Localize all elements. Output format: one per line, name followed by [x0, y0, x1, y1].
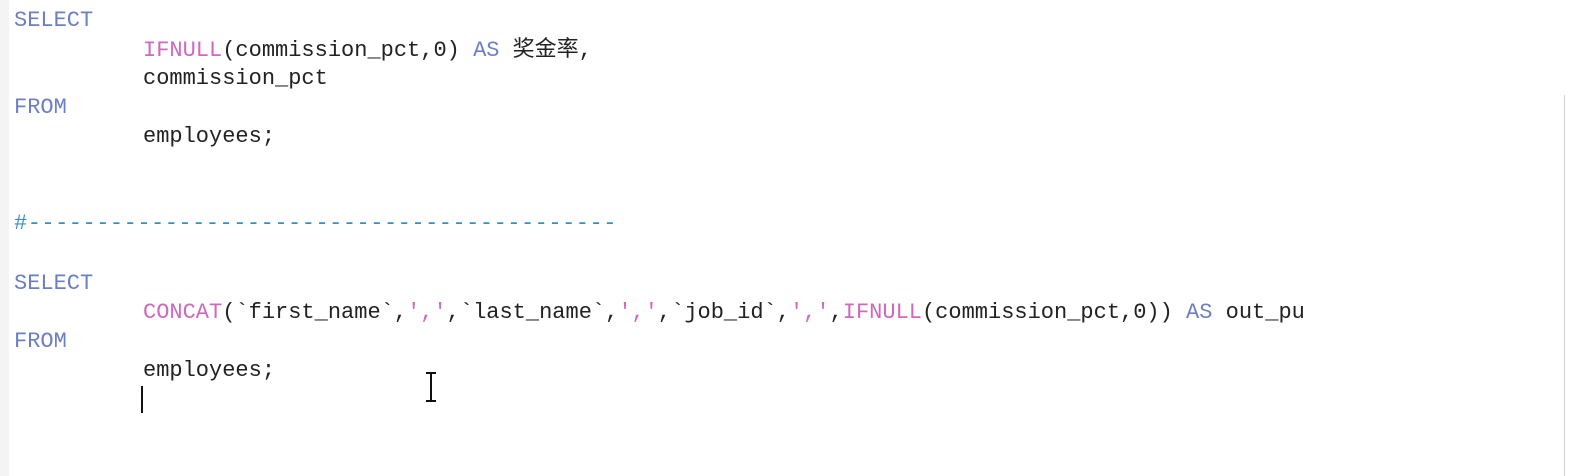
code-token: commission_pct [143, 66, 328, 91]
code-line-1[interactable]: SELECT [14, 6, 93, 35]
code-token: IFNULL [143, 38, 223, 63]
code-token: 奖金率 [512, 37, 579, 62]
code-line-10[interactable]: SELECT [14, 269, 93, 298]
code-token: SELECT [14, 8, 94, 33]
code-token: FROM [14, 329, 67, 354]
code-text: FROM [14, 95, 67, 120]
code-token: ',' [618, 300, 658, 325]
code-token: AS [1186, 300, 1213, 325]
code-text: FROM [14, 329, 67, 354]
code-token: FROM [14, 95, 67, 120]
code-text: CONCAT(`first_name`,',',`last_name`,',',… [143, 300, 1305, 325]
code-token: (commission_pct,0) [222, 38, 474, 63]
code-token: employees; [143, 358, 276, 383]
code-line-2[interactable]: IFNULL(commission_pct,0) AS 奖金率, [14, 35, 592, 64]
code-text: employees; [143, 124, 275, 149]
code-line-11[interactable]: CONCAT(`first_name`,',',`last_name`,',',… [14, 298, 1305, 327]
code-text: SELECT [14, 8, 93, 33]
code-token: AS [473, 38, 500, 63]
code-token: employees; [143, 124, 276, 149]
code-line-13[interactable]: employees; [14, 356, 275, 385]
code-text: #---------------------------------------… [14, 211, 617, 236]
code-line-4[interactable]: FROM [14, 93, 67, 122]
code-token: CONCAT [143, 300, 223, 325]
code-token: ,`last_name`, [446, 300, 619, 325]
code-text: IFNULL(commission_pct,0) AS 奖金率, [143, 37, 592, 63]
sql-editor[interactable]: SELECT IFNULL(commission_pct,0) AS 奖金率, … [0, 0, 1582, 476]
code-line-3[interactable]: commission_pct [14, 64, 328, 93]
code-token: SELECT [14, 271, 94, 296]
code-line-5[interactable]: employees; [14, 122, 275, 151]
editor-gutter [0, 0, 9, 476]
scrollbar-border [1564, 95, 1565, 476]
text-caret [141, 386, 143, 413]
code-token: , [829, 300, 843, 325]
code-token: (commission_pct,0)) [921, 300, 1187, 325]
vertical-scrollbar[interactable] [1564, 0, 1582, 476]
code-token: out_pu [1212, 300, 1305, 325]
code-token: ',' [789, 300, 830, 325]
code-text: SELECT [14, 271, 93, 296]
code-text: employees; [143, 358, 275, 383]
code-token: (`first_name`, [222, 300, 408, 325]
code-line-12[interactable]: FROM [14, 327, 67, 356]
code-token: ,`job_id`, [657, 300, 790, 325]
code-token: IFNULL [842, 300, 922, 325]
code-token: ',' [407, 300, 447, 325]
ibeam-cursor-icon [426, 372, 436, 402]
code-text: commission_pct [143, 66, 328, 91]
code-token: , [578, 38, 592, 63]
code-token: #---------------------------------------… [14, 211, 617, 236]
code-line-8[interactable]: #---------------------------------------… [14, 209, 617, 238]
